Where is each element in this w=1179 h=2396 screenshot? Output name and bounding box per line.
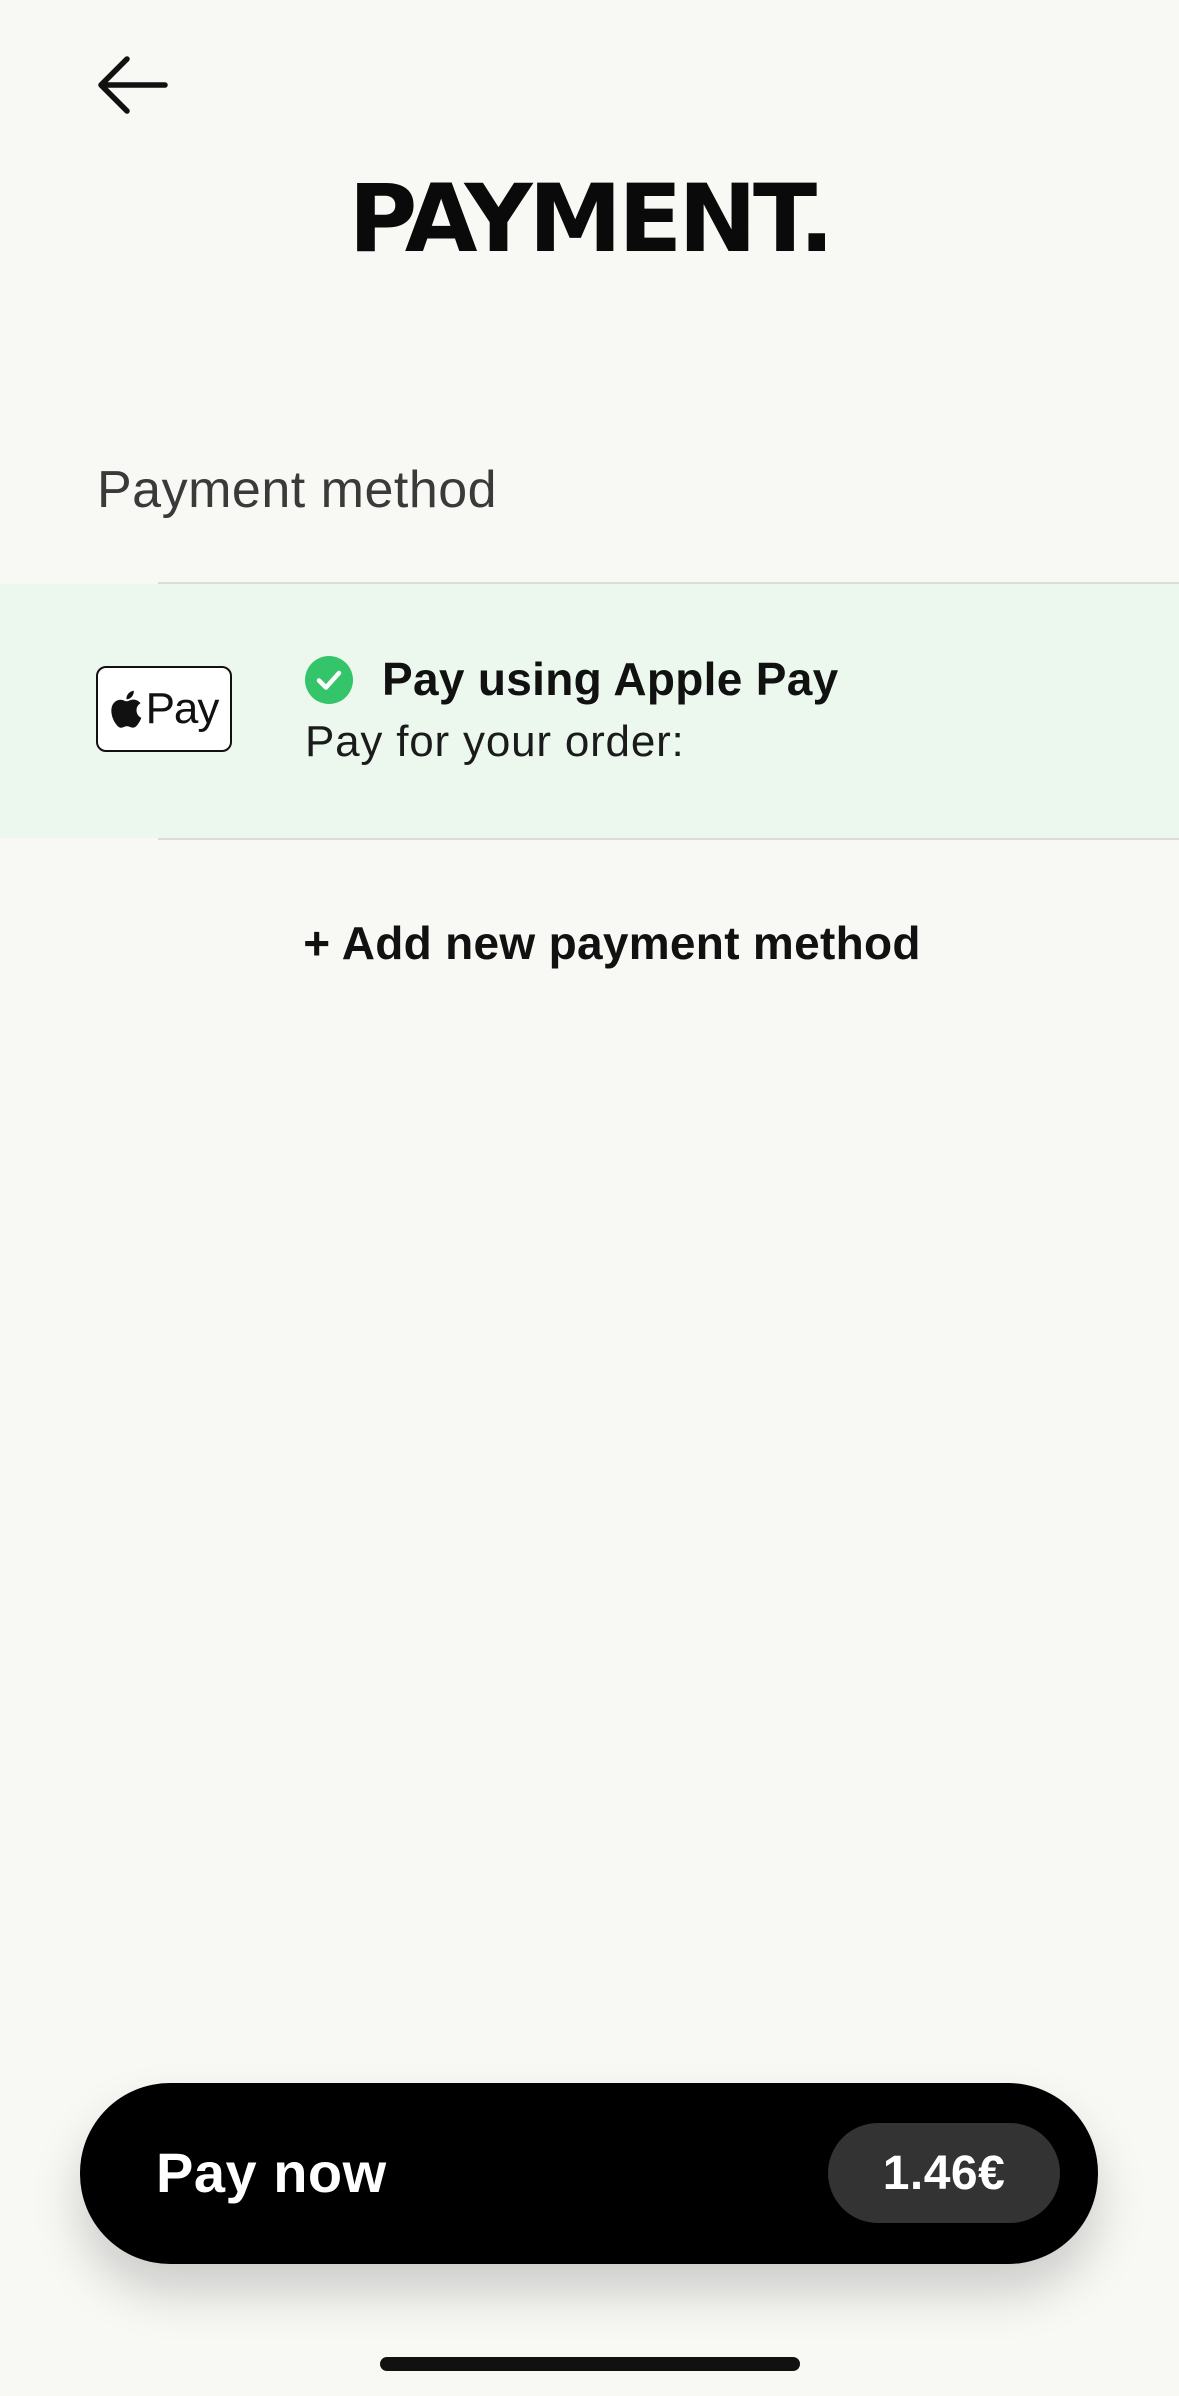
check-circle-icon	[305, 656, 353, 704]
add-payment-method-button[interactable]: + Add new payment method	[0, 908, 1179, 978]
back-button[interactable]	[95, 45, 195, 125]
section-label: Payment method	[97, 461, 498, 519]
home-indicator	[380, 2357, 800, 2371]
amount-badge: 1.46€	[828, 2123, 1060, 2223]
apple-pay-logo-text: Pay	[145, 684, 220, 733]
divider	[158, 838, 1179, 840]
payment-method-title: Pay using Apple Pay	[382, 653, 839, 705]
pay-now-button[interactable]: Pay now 1.46€	[80, 2083, 1098, 2264]
payment-method-apple-pay[interactable]: Pay Pay using Apple Pay Pay for your ord…	[0, 584, 1179, 838]
arrow-left-icon	[98, 56, 168, 114]
payment-method-subtitle: Pay for your order:	[305, 717, 685, 766]
pay-now-label: Pay now	[156, 2141, 387, 2204]
page-title: PAYMENT.	[348, 165, 834, 274]
apple-pay-logo-icon: Pay	[96, 666, 232, 752]
apple-icon	[110, 690, 141, 728]
divider	[158, 582, 1179, 584]
